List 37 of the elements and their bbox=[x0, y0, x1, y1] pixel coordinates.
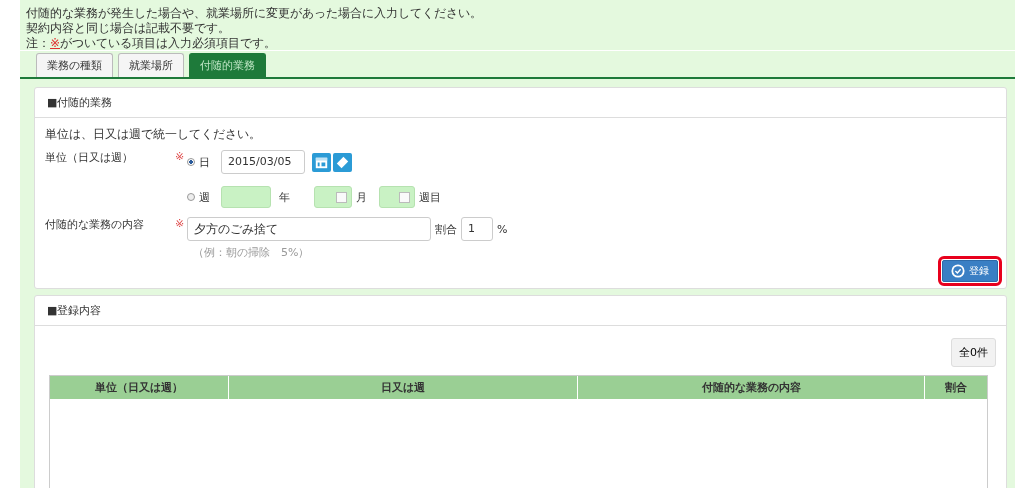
section-title: ■登録内容 bbox=[47, 304, 102, 317]
month-select[interactable] bbox=[314, 186, 352, 208]
column-header: 単位（日又は週） bbox=[50, 376, 229, 399]
column-header: 割合 bbox=[944, 380, 968, 396]
check-icon bbox=[951, 264, 965, 278]
ratio-label: 割合 bbox=[435, 221, 457, 237]
tab[interactable]: 就業場所 bbox=[118, 53, 184, 77]
notice-text: 契約内容と同じ場合は記載不要です。 bbox=[26, 21, 231, 35]
column-header: 日又は週 bbox=[229, 376, 578, 399]
field-label: 付随的な業務の内容 bbox=[45, 217, 145, 232]
required-mark: ※ bbox=[175, 217, 186, 230]
radio-button[interactable] bbox=[187, 193, 195, 201]
calendar-icon[interactable] bbox=[312, 152, 331, 172]
radio-label: 週 bbox=[199, 189, 211, 205]
column-header: 付随的な業務の内容 bbox=[578, 376, 925, 399]
ratio-field[interactable]: 1 bbox=[461, 217, 493, 241]
date-field[interactable]: 2015/03/05 bbox=[221, 150, 305, 174]
hint-text: （例：朝の掃除 5%） bbox=[192, 245, 311, 260]
radio-button[interactable] bbox=[187, 158, 195, 166]
content-field[interactable]: 夕方のごみ捨て bbox=[187, 217, 431, 241]
instruction-text: 単位は、日又は週で統一してください。 bbox=[45, 126, 262, 143]
unit-label: 月 bbox=[356, 189, 367, 205]
week-select[interactable] bbox=[379, 186, 415, 208]
required-mark: ※ bbox=[175, 150, 186, 163]
year-field[interactable] bbox=[221, 186, 271, 208]
notice-text: 注：※がついている項目は入力必須項目です。 bbox=[26, 36, 278, 50]
tab[interactable]: 業務の種類 bbox=[36, 53, 113, 77]
tab[interactable]: 付随的業務 bbox=[189, 53, 266, 77]
radio-label: 日 bbox=[199, 154, 211, 170]
percent-label: % bbox=[497, 222, 508, 236]
notice-text: 付随的な業務が発生した場合や、就業場所に変更があった場合に入力してください。 bbox=[26, 6, 483, 20]
field-label: 単位（日又は週） bbox=[45, 150, 134, 165]
eraser-icon[interactable] bbox=[333, 152, 352, 172]
count-button[interactable]: 全0件 bbox=[951, 338, 996, 367]
section-title: ■付随的業務 bbox=[47, 96, 113, 109]
unit-label: 年 bbox=[279, 189, 290, 205]
unit-label: 週目 bbox=[419, 189, 441, 205]
